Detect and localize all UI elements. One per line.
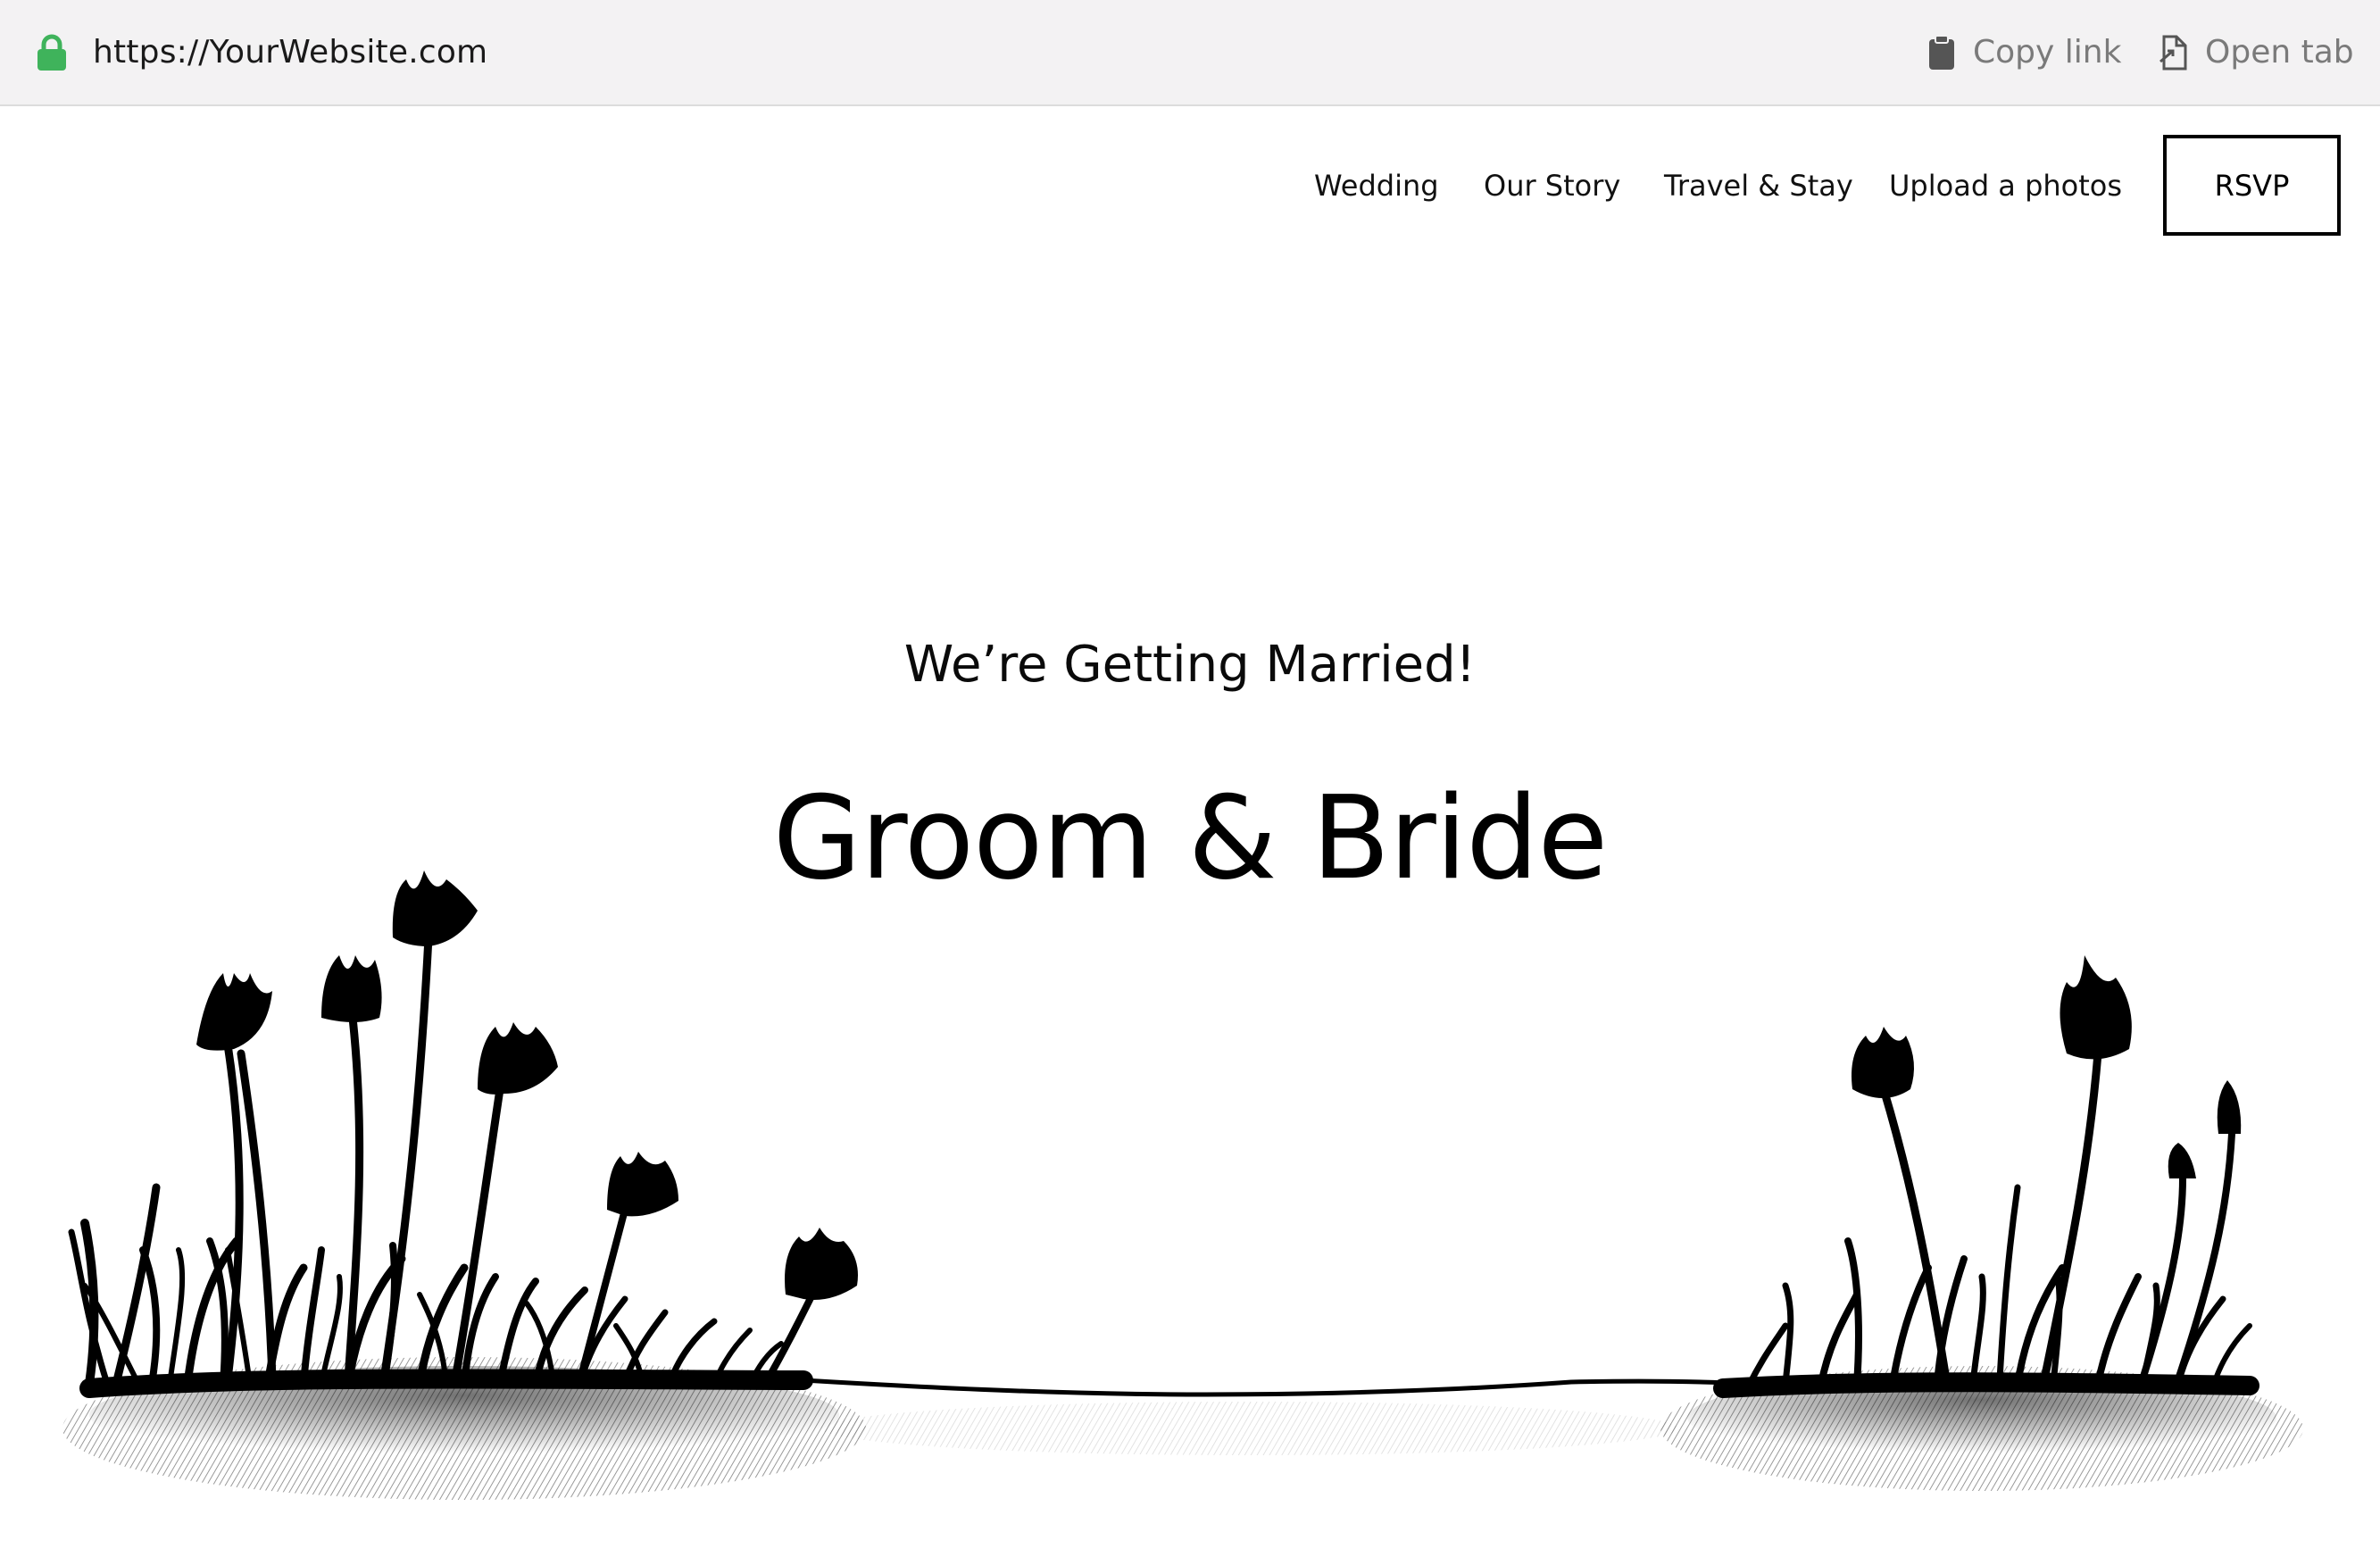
nav-link-wedding[interactable]: Wedding bbox=[1314, 161, 1439, 211]
open-tab-label: Open tab bbox=[2205, 34, 2354, 71]
browser-address-bar: https://YourWebsite.com Copy link Open t… bbox=[0, 0, 2380, 106]
nav-link-our-story[interactable]: Our Story bbox=[1484, 161, 1620, 211]
ground-line bbox=[801, 1378, 1752, 1397]
open-tab-icon bbox=[2159, 35, 2187, 70]
url-text[interactable]: https://YourWebsite.com bbox=[93, 0, 487, 104]
clipboard-icon bbox=[1929, 34, 1954, 70]
copy-link-button[interactable]: Copy link bbox=[1928, 0, 2121, 104]
nav-link-upload-photos[interactable]: Upload a photos bbox=[1889, 161, 2122, 211]
open-tab-button[interactable]: Open tab bbox=[2159, 0, 2354, 104]
hero-subtitle: We’re Getting Married! bbox=[903, 636, 1477, 694]
nav-link-travel-stay[interactable]: Travel & Stay bbox=[1664, 161, 1853, 211]
lock-icon bbox=[37, 34, 66, 71]
wildflower-illustration bbox=[62, 870, 2303, 1500]
rsvp-button[interactable]: RSVP bbox=[2163, 135, 2341, 236]
copy-link-label: Copy link bbox=[1973, 34, 2122, 71]
